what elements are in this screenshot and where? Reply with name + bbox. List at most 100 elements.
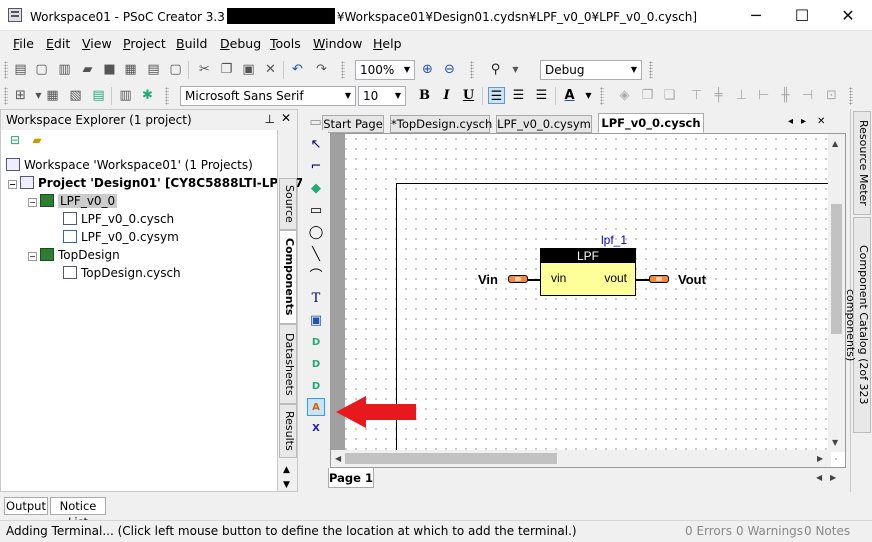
configuration-select[interactable]: Debug ▼ [540, 60, 642, 80]
build-icon[interactable]: ▧ [67, 87, 84, 104]
ellipse-icon[interactable]: ◯ [307, 224, 325, 242]
save-all-icon[interactable]: ▦ [122, 61, 139, 78]
align-lefts-icon[interactable]: ⊢ [755, 87, 772, 104]
scroll-right-icon[interactable]: ▶ [817, 454, 823, 463]
tree-file-cysch[interactable]: LPF_v0_0.cysch [63, 210, 174, 228]
fill-color-icon[interactable]: ◈ [616, 87, 633, 104]
toolbar-grip[interactable] [600, 87, 604, 105]
tab-component-catalog[interactable]: Component Catalog (2of 323 components) [844, 217, 871, 433]
undo-icon[interactable]: ↶ [289, 61, 306, 78]
tab-resource-meter[interactable]: Resource Meter [853, 111, 871, 215]
menu-file[interactable]: File [13, 36, 34, 51]
align-centers-icon[interactable]: ╫ [777, 87, 794, 104]
zoom-select[interactable]: 100% ▼ [355, 60, 415, 80]
menu-view[interactable]: View [82, 36, 112, 51]
debug-bug-icon[interactable]: ✱ [139, 87, 156, 104]
zoom-in-icon[interactable]: ⊕ [419, 61, 436, 78]
find-icon[interactable]: ⚲ [487, 61, 504, 78]
toolbar-grip[interactable] [470, 61, 474, 79]
image-icon[interactable]: ▣ [307, 312, 325, 330]
tab-topdesign[interactable]: *TopDesign.cysch [390, 115, 492, 133]
net-label-vout[interactable]: Vout [678, 272, 706, 287]
tab-output[interactable]: Output [4, 497, 48, 515]
delete-icon[interactable]: ✕ [262, 61, 279, 78]
menu-edit[interactable]: Edit [46, 36, 70, 51]
align-bottoms-icon[interactable]: ⊥ [733, 87, 750, 104]
underline-button[interactable]: U [460, 87, 477, 104]
zoom-out-icon[interactable]: ⊖ [441, 61, 458, 78]
maximize-button[interactable]: ☐ [779, 0, 825, 31]
close-button[interactable]: ✕ [825, 0, 871, 31]
component-icon[interactable]: ◆ [307, 180, 325, 198]
analog-terminal-icon[interactable]: A [307, 398, 325, 416]
toolbar-grip[interactable] [4, 61, 8, 79]
menu-tools[interactable]: Tools [270, 36, 301, 51]
group-icon[interactable]: ⊡ [823, 87, 840, 104]
align-tops-icon[interactable]: ⊤ [688, 87, 705, 104]
terminal-vin[interactable] [508, 275, 528, 283]
properties-icon[interactable]: ⊟ [6, 133, 24, 149]
tab-lpf-cysym[interactable]: LPF_v0_0.cysym [496, 115, 592, 133]
scroll-left-icon[interactable]: ◀ [335, 454, 341, 463]
menu-window[interactable]: Window [313, 36, 362, 51]
no-connect-icon[interactable]: X [307, 420, 325, 438]
scroll-thumb[interactable] [831, 204, 842, 334]
tree-project[interactable]: − Project 'Design01' [CY8C5888LTI-LP097] [8, 174, 309, 192]
collapse-icon[interactable]: − [28, 252, 37, 261]
tab-components[interactable]: Components [279, 230, 297, 324]
vertical-scrollbar[interactable]: ▲ ▼ [828, 134, 845, 452]
digital-input-icon[interactable]: D [307, 334, 325, 352]
collapse-icon[interactable]: − [8, 180, 17, 189]
line-icon[interactable]: ╲ [307, 246, 325, 264]
pin-icon[interactable]: ⊥ [265, 112, 275, 126]
minimize-button[interactable]: ─ [733, 0, 779, 31]
generate-icon[interactable]: ▤ [90, 87, 107, 104]
toolbar-grip[interactable] [849, 87, 853, 105]
new-file-icon[interactable]: ▢ [33, 61, 50, 78]
tab-start-page[interactable]: Start Page [322, 115, 384, 133]
collapse-icon[interactable]: − [28, 198, 37, 207]
menu-build[interactable]: Build [176, 36, 207, 51]
scroll-down-icon[interactable]: ▼ [283, 480, 290, 490]
component-update-icon[interactable]: ▦ [44, 87, 61, 104]
tab-datasheets[interactable]: Datasheets [279, 324, 297, 404]
tree-file-topdesign[interactable]: TopDesign.cysch [63, 264, 181, 282]
copy-icon[interactable]: ❐ [218, 61, 235, 78]
find-dropdown-icon[interactable]: ▼ [507, 61, 524, 78]
wire-icon[interactable]: ⌐ [307, 158, 325, 176]
folder-icon[interactable]: ▰ [28, 133, 46, 149]
terminal-vout[interactable] [649, 275, 669, 283]
align-middles-icon[interactable]: ╪ [710, 87, 727, 104]
digital-bidir-icon[interactable]: D [307, 378, 325, 396]
notes-count[interactable]: 0 Notes [804, 524, 850, 538]
toolbar-grip[interactable] [165, 87, 169, 105]
lpf-component[interactable]: LPF vin vout [540, 248, 636, 296]
new-project-icon[interactable]: ▤ [12, 61, 29, 78]
net-label-vin[interactable]: Vin [478, 272, 498, 287]
grid-icon[interactable]: ⊞ [12, 87, 29, 104]
page-scroll-left-icon[interactable]: ◀ [816, 473, 822, 482]
program-icon[interactable]: ▥ [117, 87, 134, 104]
toolbar-grip[interactable] [341, 61, 345, 79]
send-back-icon[interactable]: ❏ [661, 87, 678, 104]
redo-icon[interactable]: ↷ [313, 61, 330, 78]
align-right-icon[interactable]: ☰ [533, 87, 550, 104]
tab-scroll-left-icon[interactable]: ◂ [788, 116, 793, 127]
instance-name[interactable]: lpf_1 [601, 233, 627, 247]
scroll-up-icon[interactable]: ▲ [832, 139, 838, 148]
tab-close-icon[interactable]: ✕ [817, 116, 825, 127]
toolbar-grip[interactable] [649, 61, 653, 79]
tab-notice-list[interactable]: Notice List [50, 497, 106, 529]
align-center-icon[interactable]: ☰ [510, 87, 527, 104]
font-size-select[interactable]: 10 ▼ [358, 86, 406, 106]
print-icon[interactable]: ▤ [145, 61, 162, 78]
add-item-icon[interactable]: ▥ [56, 61, 73, 78]
scroll-thumb[interactable] [345, 453, 557, 464]
toolbar-grip[interactable] [4, 87, 8, 105]
save-icon[interactable]: ■ [101, 61, 118, 78]
cut-icon[interactable]: ✂ [196, 61, 213, 78]
tab-page-1[interactable]: Page 1 [328, 468, 374, 488]
tab-lpf-cysch[interactable]: LPF_v0_0.cysch [598, 113, 704, 133]
horizontal-scrollbar[interactable]: ◀ ▶ [331, 450, 831, 467]
tree-workspace[interactable]: Workspace 'Workspace01' (1 Projects) [6, 156, 253, 174]
